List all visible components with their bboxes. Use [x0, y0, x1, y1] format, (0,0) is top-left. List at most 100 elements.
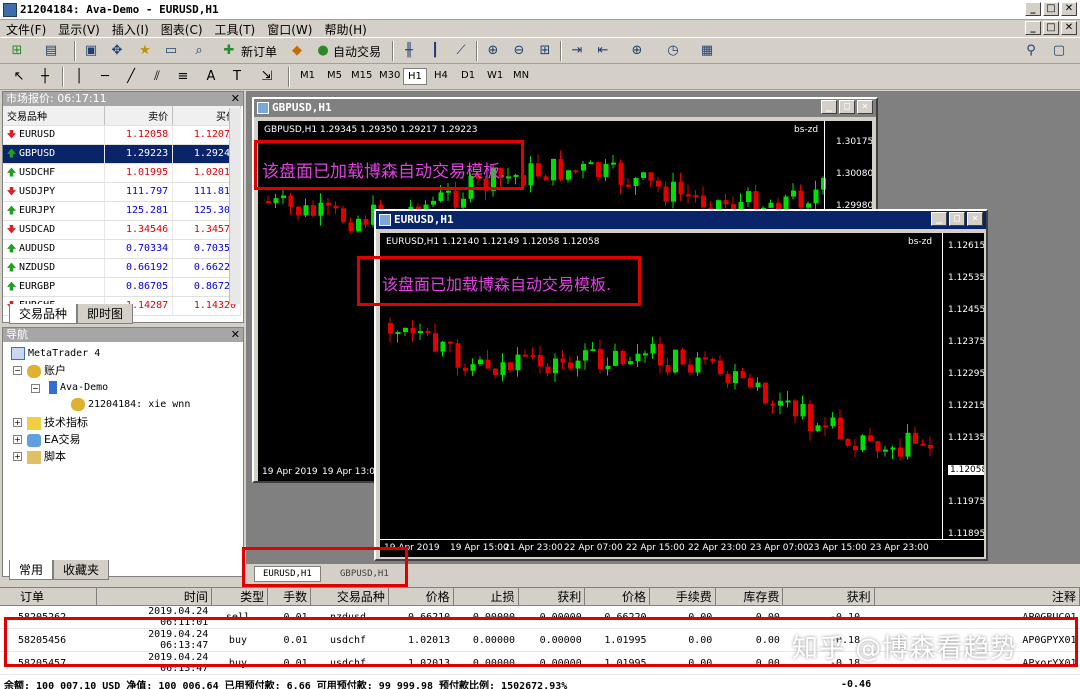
- close-button[interactable]: ✕: [967, 212, 983, 226]
- maximize-button[interactable]: □: [1043, 2, 1059, 16]
- maximize-button[interactable]: □: [839, 100, 855, 114]
- close-icon[interactable]: ✕: [231, 328, 240, 342]
- market-watch-row[interactable]: USDCAD 1.34546 1.34571: [3, 220, 241, 240]
- new-order-button[interactable]: 新订单: [241, 43, 277, 60]
- market-watch-row[interactable]: GBPUSD 1.29223 1.29243: [3, 144, 241, 164]
- col-2[interactable]: 类型: [211, 588, 269, 606]
- chat-icon[interactable]: ▢: [1050, 42, 1068, 60]
- nav-accounts[interactable]: 账户: [27, 362, 66, 378]
- periods-icon[interactable]: ◷: [664, 42, 682, 60]
- market-watch-row[interactable]: USDCHF 1.01995 1.02015: [3, 163, 241, 183]
- horizontal-line-icon[interactable]: ─: [96, 68, 114, 86]
- expand-icon[interactable]: −: [31, 384, 40, 393]
- col-10[interactable]: 库存费: [715, 588, 784, 606]
- close-button[interactable]: ✕: [857, 100, 873, 114]
- mdi-restore-button[interactable]: □: [1043, 21, 1059, 35]
- auto-trading-button[interactable]: 自动交易: [333, 43, 381, 60]
- crosshair-icon[interactable]: ┼: [36, 68, 54, 86]
- tf-w1[interactable]: W1: [487, 70, 503, 81]
- data-window-icon[interactable]: ✥: [108, 42, 126, 60]
- tile-windows-icon[interactable]: ⊞: [536, 42, 554, 60]
- col-0[interactable]: 订单: [0, 588, 97, 606]
- chart-shift-icon[interactable]: ⇤: [594, 42, 612, 60]
- vertical-line-icon[interactable]: │: [70, 68, 88, 86]
- tf-h1[interactable]: H1: [403, 68, 427, 85]
- col-bid[interactable]: 卖价: [104, 106, 174, 126]
- profiles-icon[interactable]: ▤: [42, 42, 60, 60]
- menu-file[interactable]: 文件(F): [0, 20, 52, 37]
- trendline-icon[interactable]: ╱: [122, 68, 140, 86]
- tf-d1[interactable]: D1: [461, 70, 475, 81]
- nav-server[interactable]: Ava-Demo: [49, 380, 108, 394]
- zoom-in-icon[interactable]: ⊕: [484, 42, 502, 60]
- nav-scripts[interactable]: 脚本: [27, 448, 66, 464]
- tf-m5[interactable]: M5: [327, 70, 342, 81]
- expand-icon[interactable]: +: [13, 418, 22, 427]
- tf-m30[interactable]: M30: [379, 70, 400, 81]
- indicators-icon[interactable]: ⊕: [628, 42, 646, 60]
- menu-charts[interactable]: 图表(C): [155, 20, 209, 37]
- market-watch-row[interactable]: EURJPY 125.281 125.303: [3, 201, 241, 221]
- close-button[interactable]: ✕: [1061, 2, 1077, 16]
- market-watch-row[interactable]: NZDUSD 0.66192 0.66220: [3, 258, 241, 278]
- nav-indicators[interactable]: 技术指标: [27, 414, 88, 430]
- minimize-button[interactable]: _: [931, 212, 947, 226]
- menu-help[interactable]: 帮助(H): [318, 20, 372, 37]
- nav-root[interactable]: MetaTrader 4: [11, 346, 100, 360]
- menu-tools[interactable]: 工具(T): [209, 20, 262, 37]
- search-icon[interactable]: ⚲: [1022, 42, 1040, 60]
- line-chart-icon[interactable]: ⟋: [452, 42, 470, 60]
- metaeditor-icon[interactable]: ◆: [288, 42, 306, 60]
- col-11[interactable]: 获利: [782, 588, 875, 606]
- navigator-icon[interactable]: ★: [136, 42, 154, 60]
- zoom-out-icon[interactable]: ⊖: [510, 42, 528, 60]
- market-watch-row[interactable]: USDJPY 111.797 111.812: [3, 182, 241, 202]
- candlestick-icon[interactable]: ┃: [426, 42, 444, 60]
- market-watch-row[interactable]: EURGBP 0.86705 0.86725: [3, 277, 241, 297]
- col-12[interactable]: 注释: [874, 588, 1080, 606]
- col-symbol[interactable]: 交易品种: [3, 106, 106, 126]
- menu-view[interactable]: 显示(V): [52, 20, 106, 37]
- tf-m15[interactable]: M15: [351, 70, 372, 81]
- cursor-icon[interactable]: ↖: [10, 68, 28, 86]
- nav-account[interactable]: 21204184: xie wnn: [71, 397, 190, 411]
- col-5[interactable]: 价格: [388, 588, 454, 606]
- market-watch-icon[interactable]: ▣: [82, 42, 100, 60]
- col-9[interactable]: 手续费: [649, 588, 716, 606]
- tf-mn[interactable]: MN: [513, 70, 529, 81]
- terminal-icon[interactable]: ▭: [162, 42, 180, 60]
- close-icon[interactable]: ✕: [231, 92, 240, 106]
- mdi-close-button[interactable]: ✕: [1061, 21, 1077, 35]
- text-icon[interactable]: A: [202, 68, 220, 86]
- fibonacci-icon[interactable]: ≡: [174, 68, 192, 86]
- text-label-icon[interactable]: T: [228, 68, 246, 86]
- tab-symbols[interactable]: 交易品种: [9, 304, 78, 324]
- bar-chart-icon[interactable]: ╫: [400, 42, 418, 60]
- col-4[interactable]: 交易品种: [310, 588, 389, 606]
- market-watch-row[interactable]: AUDUSD 0.70334 0.70352: [3, 239, 241, 259]
- channel-icon[interactable]: ⫽: [148, 68, 166, 86]
- new-chart-icon[interactable]: ⊞: [8, 42, 26, 60]
- expand-icon[interactable]: +: [13, 452, 22, 461]
- tab-common[interactable]: 常用: [9, 560, 54, 580]
- minimize-button[interactable]: _: [821, 100, 837, 114]
- menu-window[interactable]: 窗口(W): [261, 20, 318, 37]
- templates-icon[interactable]: ▦: [698, 42, 716, 60]
- autoscroll-icon[interactable]: ⇥: [568, 42, 586, 60]
- nav-expert-advisors[interactable]: EA交易: [27, 431, 80, 447]
- arrows-icon[interactable]: ⇲: [258, 68, 276, 86]
- scrollbar[interactable]: [229, 108, 241, 304]
- col-1[interactable]: 时间: [96, 588, 212, 606]
- tf-m1[interactable]: M1: [300, 70, 315, 81]
- mdi-minimize-button[interactable]: _: [1025, 21, 1041, 35]
- menu-insert[interactable]: 插入(I): [106, 20, 155, 37]
- tab-tick-chart[interactable]: 即时图: [77, 304, 134, 324]
- col-8[interactable]: 价格: [584, 588, 651, 606]
- col-7[interactable]: 获利: [518, 588, 586, 606]
- market-watch-row[interactable]: EURUSD 1.12058 1.12071: [3, 125, 241, 145]
- expand-icon[interactable]: +: [13, 435, 22, 444]
- col-6[interactable]: 止损: [453, 588, 519, 606]
- maximize-button[interactable]: □: [949, 212, 965, 226]
- tab-favorites[interactable]: 收藏夹: [53, 560, 110, 580]
- minimize-button[interactable]: _: [1025, 2, 1041, 16]
